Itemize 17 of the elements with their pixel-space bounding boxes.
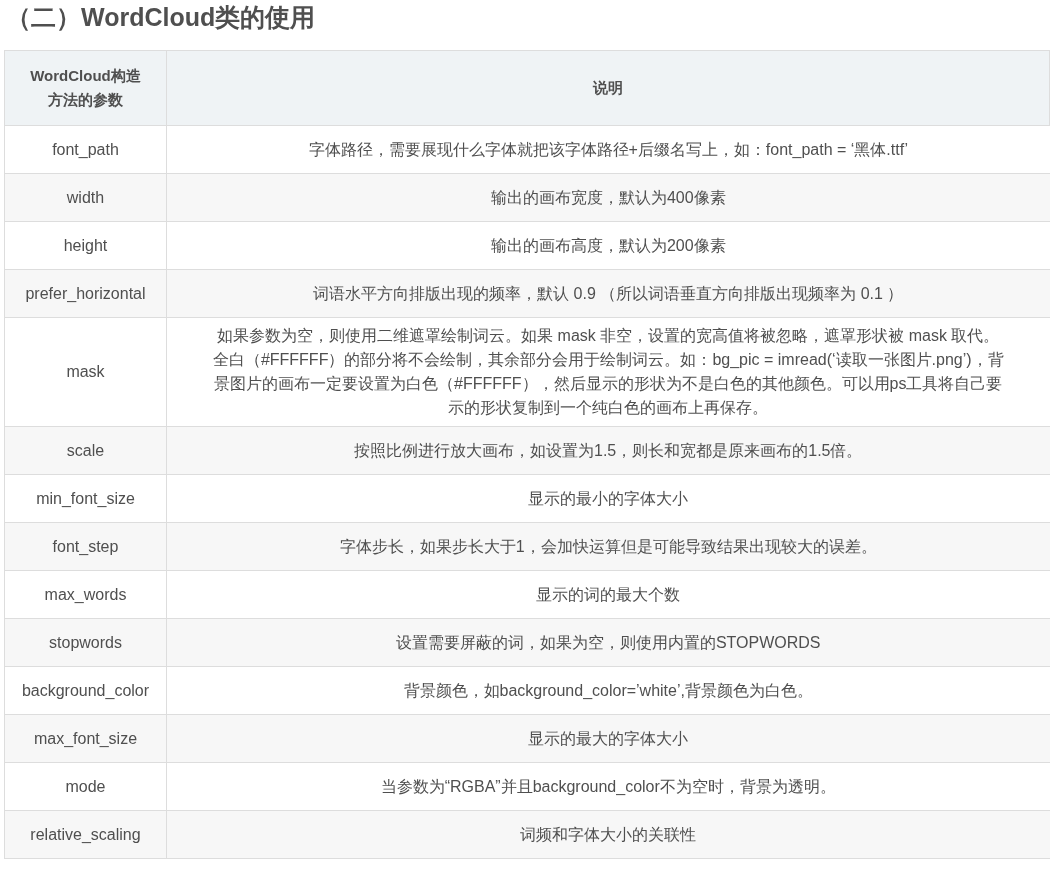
table-cell: mode (4, 762, 167, 811)
table-cell: max_font_size (4, 714, 167, 763)
table-cell: font_path (4, 125, 167, 174)
table-cell: width (4, 173, 167, 222)
table-cell: scale (4, 426, 167, 475)
table-cell: background_color (4, 666, 167, 715)
table-cell: prefer_horizontal (4, 269, 167, 318)
table-cell: relative_scaling (4, 810, 167, 859)
column-header: WordCloud构造方法的参数 (4, 50, 167, 126)
table-cell: font_step (4, 522, 167, 571)
table-cell: mask (4, 317, 167, 427)
table-cell: min_font_size (4, 474, 167, 523)
table-cell: stopwords (4, 618, 167, 667)
table-cell: height (4, 221, 167, 270)
section-heading: （二）WordCloud类的使用 (6, 2, 316, 32)
table-cell: max_words (4, 570, 167, 619)
column-header: 说明 (166, 50, 1050, 126)
